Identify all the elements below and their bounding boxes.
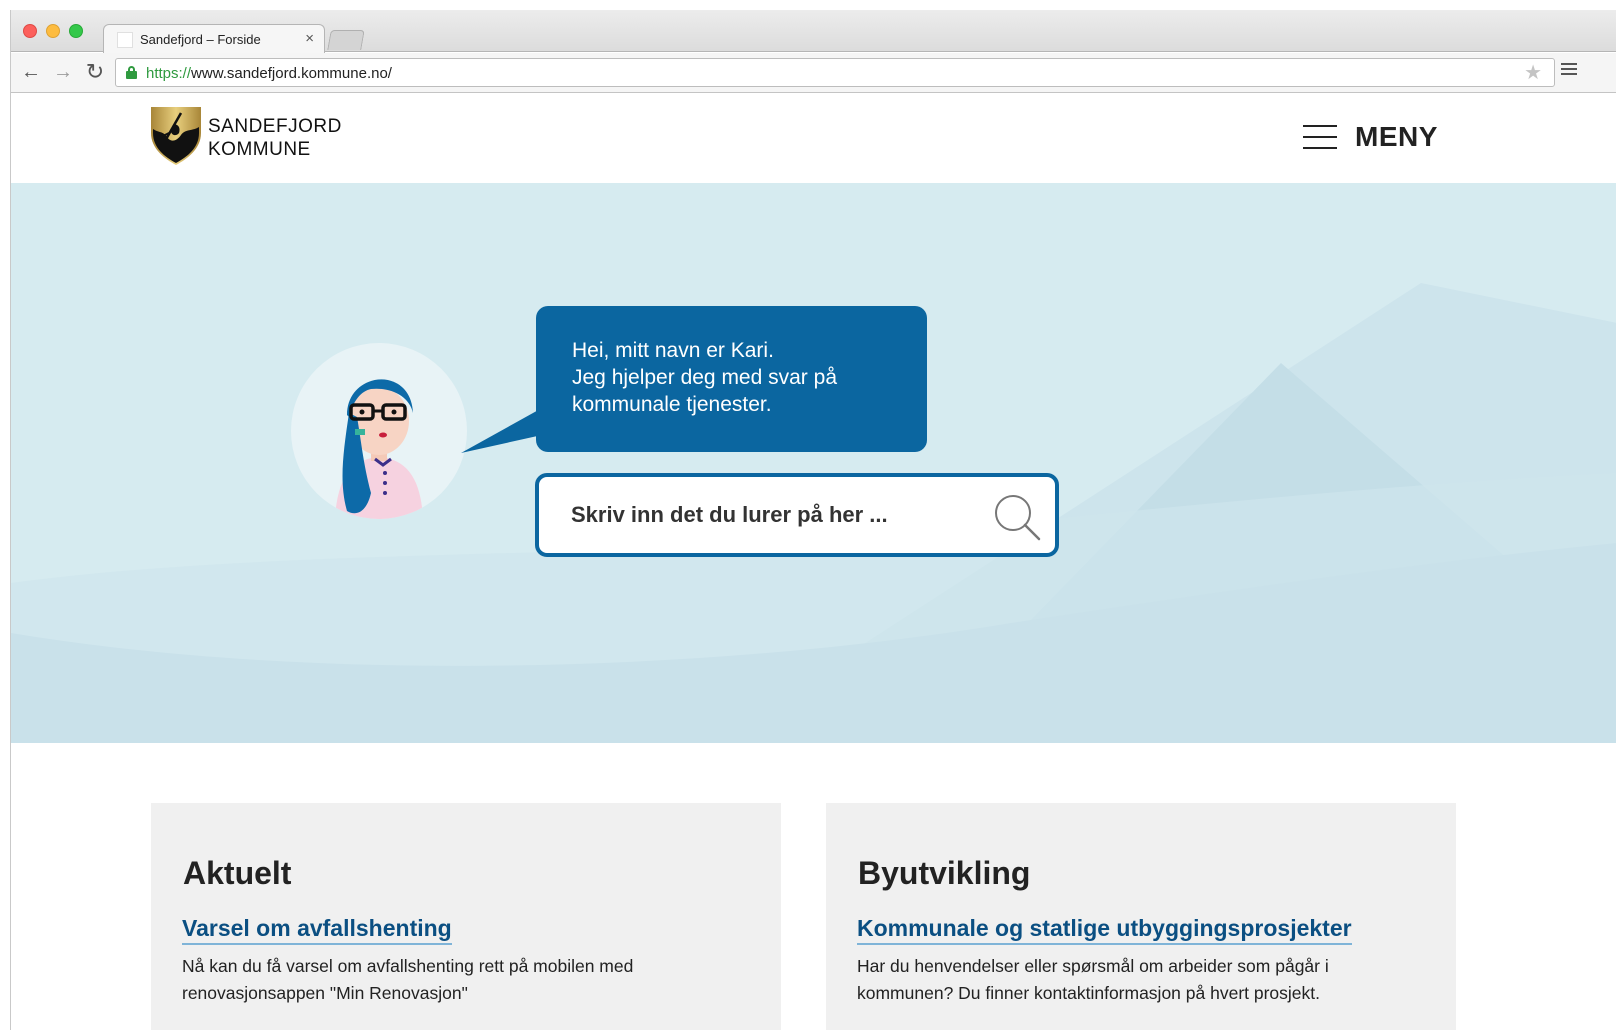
chatbot-character-icon (335, 379, 423, 519)
lock-icon (126, 66, 137, 79)
url-host: www.sandefjord.kommune.no/ (191, 65, 392, 82)
back-arrow-icon[interactable]: ← (19, 61, 43, 83)
browser-tabstrip: Sandefjord – Forside × (11, 10, 1616, 53)
card-text: Har du henvendelser eller spørsmål om ar… (857, 956, 1329, 1003)
site-header: SANDEFJORD KOMMUNE MENY (11, 93, 1616, 183)
search-icon[interactable] (993, 493, 1041, 541)
bubble-line-3: kommunale tjenester. (572, 393, 772, 416)
card-aktuelt: Aktuelt Varsel om avfallshenting Nå kan … (151, 803, 781, 1030)
card-heading: Aktuelt (183, 855, 292, 891)
minimize-window-button[interactable] (46, 24, 60, 38)
search-box (535, 473, 1059, 557)
speech-bubble: Hei, mitt navn er Kari. Jeg hjelper deg … (536, 306, 927, 452)
menu-label: MENY (1355, 121, 1438, 152)
menu-button[interactable]: MENY (1301, 117, 1451, 157)
forward-arrow-icon[interactable]: → (51, 61, 75, 83)
browser-tab[interactable]: Sandefjord – Forside × (103, 24, 325, 53)
mountain-background (11, 183, 1616, 743)
new-tab-button[interactable] (327, 30, 365, 50)
content-cards: Aktuelt Varsel om avfallshenting Nå kan … (11, 743, 1616, 1030)
address-bar[interactable]: https://www.sandefjord.kommune.no/ ★ (115, 58, 1555, 87)
kari-avatar (291, 343, 467, 519)
bubble-line-2: Jeg hjelper deg med svar på (572, 366, 837, 389)
hamburger-icon (1303, 125, 1337, 158)
speech-bubble-text: Hei, mitt navn er Kari. Jeg hjelper deg … (572, 337, 837, 418)
tab-title: Sandefjord – Forside (140, 32, 261, 47)
card-heading: Byutvikling (858, 855, 1031, 891)
hero-section: Hei, mitt navn er Kari. Jeg hjelper deg … (11, 183, 1616, 743)
browser-menu-icon[interactable] (1561, 63, 1577, 78)
site-logo[interactable]: SANDEFJORD KOMMUNE (151, 107, 361, 167)
bookmark-star-icon[interactable]: ★ (1524, 60, 1542, 85)
search-input[interactable] (571, 495, 971, 535)
maximize-window-button[interactable] (69, 24, 83, 38)
favicon-icon (117, 32, 133, 48)
logo-line-1: SANDEFJORD (208, 116, 342, 137)
page: SANDEFJORD KOMMUNE MENY Hei, mitt navn e… (11, 93, 1616, 1030)
logo-text: SANDEFJORD KOMMUNE (208, 115, 342, 161)
logo-line-2: KOMMUNE (208, 139, 311, 160)
close-window-button[interactable] (23, 24, 37, 38)
card-link[interactable]: Varsel om avfallshenting (182, 915, 452, 945)
coat-of-arms-icon (151, 107, 201, 165)
url-scheme: https:// (146, 65, 192, 82)
browser-toolbar: ← → ↻ https://www.sandefjord.kommune.no/… (11, 53, 1616, 93)
browser-window: Sandefjord – Forside × ← → ↻ https://www… (10, 10, 1616, 1030)
tab-close-icon[interactable]: × (305, 30, 314, 47)
bubble-line-1: Hei, mitt navn er Kari. (572, 339, 774, 362)
url-text: https://www.sandefjord.kommune.no/ (146, 65, 392, 82)
card-link[interactable]: Kommunale og statlige utbyggingsprosjekt… (857, 915, 1352, 945)
card-byutvikling: Byutvikling Kommunale og statlige utbygg… (826, 803, 1456, 1030)
card-text: Nå kan du få varsel om avfallshenting re… (182, 956, 634, 1003)
reload-icon[interactable]: ↻ (83, 61, 107, 83)
